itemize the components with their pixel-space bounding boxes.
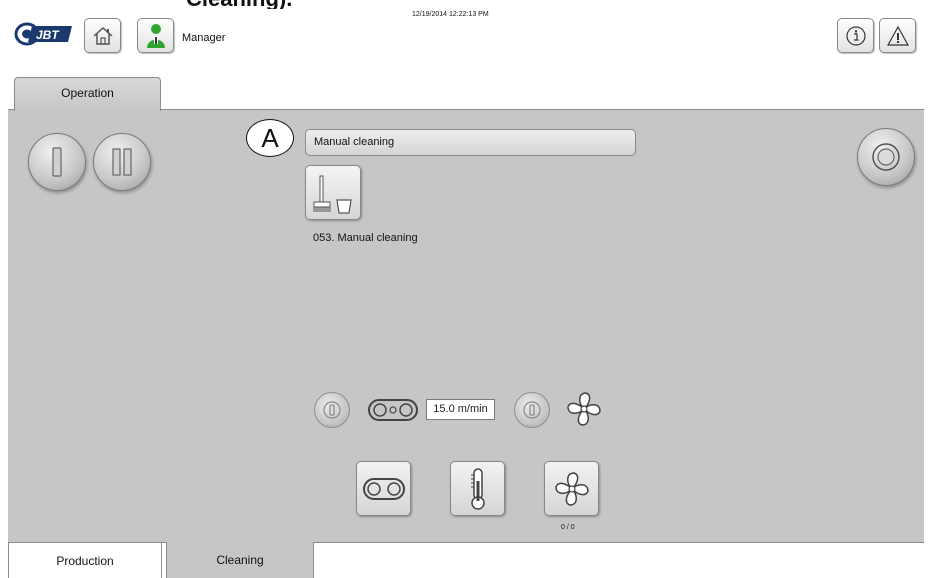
step-label: 053. Manual cleaning bbox=[313, 232, 418, 244]
bottom-tab-empty-area bbox=[318, 547, 918, 575]
warning-button[interactable] bbox=[879, 18, 916, 53]
start-icon bbox=[52, 147, 62, 177]
stop-icon bbox=[872, 143, 900, 171]
user-name: Manager bbox=[182, 32, 226, 44]
user-button[interactable] bbox=[137, 18, 174, 53]
program-icon-button[interactable] bbox=[305, 165, 361, 220]
caption-text: Cleaning). bbox=[186, 0, 292, 9]
temperature-button[interactable] bbox=[450, 461, 505, 516]
jbt-logo: JBT bbox=[14, 21, 74, 47]
fan-toggle-icon bbox=[523, 401, 541, 419]
fan-count: 0 / 0 bbox=[561, 524, 575, 531]
conveyor-button[interactable] bbox=[356, 461, 411, 516]
user-icon bbox=[146, 23, 165, 48]
header: JBT Manager 12/19/2014 12:22:13 PM bbox=[8, 9, 924, 71]
home-icon bbox=[93, 26, 112, 45]
callout-marker: A bbox=[246, 119, 294, 157]
tab-operation[interactable]: Operation bbox=[14, 77, 161, 111]
pause-icon bbox=[112, 148, 132, 176]
top-tab-strip: Operation bbox=[8, 71, 924, 111]
pause-button[interactable] bbox=[93, 133, 151, 191]
bottom-tab-bar: Production Cleaning bbox=[8, 542, 924, 578]
hmi-frame: JBT Manager 12/19/2014 12:22:13 PM Opera… bbox=[8, 9, 924, 578]
thermometer-icon bbox=[470, 467, 485, 510]
conveyor-belt-icon bbox=[368, 399, 418, 421]
screen: Cleaning). JBT bbox=[0, 0, 931, 578]
fan-icon bbox=[554, 471, 589, 506]
broom-bucket-icon bbox=[313, 175, 352, 214]
conveyor-icon bbox=[362, 477, 405, 500]
tab-cleaning[interactable]: Cleaning bbox=[166, 542, 314, 578]
datetime: 12/19/2014 12:22:13 PM bbox=[412, 11, 489, 18]
stop-button[interactable] bbox=[857, 128, 915, 186]
fan-button[interactable] bbox=[544, 461, 599, 516]
info-icon bbox=[845, 25, 866, 46]
tab-production[interactable]: Production bbox=[8, 542, 162, 578]
program-select[interactable]: Manual cleaning bbox=[305, 129, 636, 156]
belt-speed-field[interactable]: 15.0 m/min bbox=[426, 399, 495, 420]
fan-toggle-button[interactable] bbox=[514, 392, 550, 428]
warning-icon bbox=[886, 25, 909, 46]
belt-toggle-icon bbox=[323, 401, 341, 419]
info-button[interactable] bbox=[837, 18, 874, 53]
logo-text: JBT bbox=[36, 28, 60, 42]
fan-icon bbox=[567, 392, 601, 426]
caption-clip: Cleaning). bbox=[0, 0, 931, 9]
home-button[interactable] bbox=[84, 18, 121, 53]
start-button[interactable] bbox=[28, 133, 86, 191]
belt-toggle-button[interactable] bbox=[314, 392, 350, 428]
